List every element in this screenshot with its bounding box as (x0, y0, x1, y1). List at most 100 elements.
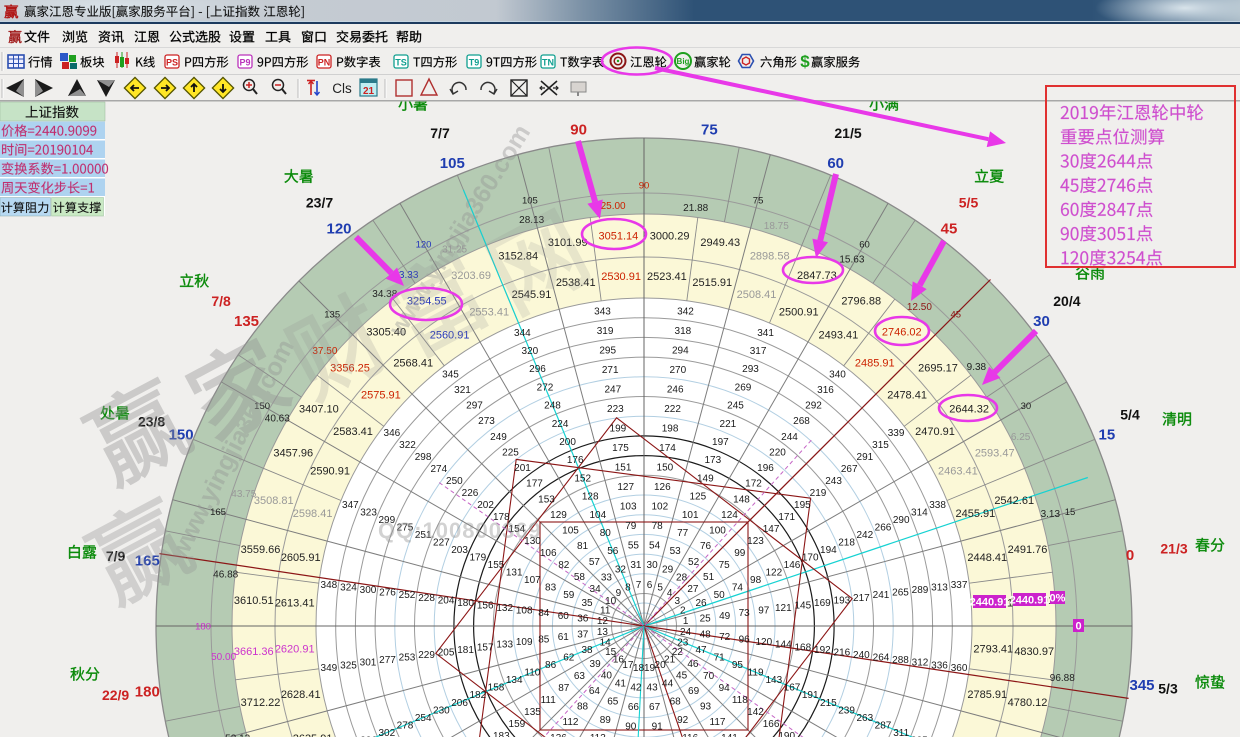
svg-text:206: 206 (451, 698, 468, 709)
svg-text:194: 194 (820, 545, 837, 556)
svg-text:58: 58 (574, 572, 586, 583)
svg-text:205: 205 (438, 648, 455, 659)
svg-text:127: 127 (617, 482, 634, 493)
svg-text:90: 90 (625, 722, 637, 733)
svg-text:21/5: 21/5 (834, 125, 861, 141)
svg-text:5/3: 5/3 (1158, 681, 1178, 697)
svg-text:83: 83 (545, 583, 557, 594)
svg-text:360: 360 (951, 663, 968, 674)
svg-text:141: 141 (721, 733, 738, 737)
svg-text:50.00: 50.00 (211, 652, 236, 663)
svg-text:61: 61 (558, 632, 570, 643)
svg-text:319: 319 (597, 326, 614, 337)
svg-text:85: 85 (538, 635, 550, 646)
svg-text:300: 300 (360, 585, 377, 596)
svg-text:146: 146 (784, 560, 801, 571)
svg-text:345: 345 (1129, 677, 1154, 694)
svg-text:225: 225 (502, 447, 519, 458)
svg-text:43: 43 (647, 683, 659, 694)
svg-text:167: 167 (784, 683, 801, 694)
svg-text:0: 0 (1075, 621, 1081, 633)
svg-text:135: 135 (524, 707, 541, 718)
svg-text:190: 190 (778, 731, 795, 737)
svg-text:222: 222 (664, 404, 681, 415)
svg-text:113: 113 (590, 733, 606, 737)
svg-text:278: 278 (397, 720, 414, 731)
svg-text:322: 322 (399, 440, 416, 451)
svg-text:171: 171 (778, 512, 795, 523)
svg-text:296: 296 (529, 364, 546, 375)
svg-text:2478.41: 2478.41 (887, 390, 927, 402)
svg-text:72: 72 (719, 632, 731, 643)
svg-text:252: 252 (399, 590, 416, 601)
svg-text:150: 150 (657, 463, 674, 474)
svg-text:91: 91 (652, 722, 664, 733)
svg-text:2898.58: 2898.58 (750, 250, 790, 262)
svg-text:169: 169 (814, 598, 831, 609)
svg-text:325: 325 (340, 660, 357, 671)
svg-text:46: 46 (687, 659, 699, 670)
svg-text:Big: Big (677, 57, 690, 66)
svg-text:2785.91: 2785.91 (967, 689, 1007, 701)
svg-text:134: 134 (506, 675, 523, 686)
svg-text:244: 244 (781, 432, 798, 443)
svg-text:39: 39 (590, 659, 602, 670)
svg-text:2515.91: 2515.91 (692, 277, 732, 289)
svg-text:203: 203 (451, 545, 468, 556)
svg-text:320: 320 (522, 346, 539, 357)
svg-text:13: 13 (597, 627, 609, 638)
svg-text:219: 219 (810, 488, 827, 499)
svg-text:295: 295 (599, 345, 616, 356)
svg-text:28: 28 (676, 573, 688, 584)
svg-text:247: 247 (604, 384, 621, 395)
svg-text:87: 87 (558, 683, 570, 694)
svg-text:249: 249 (490, 432, 507, 443)
svg-text:183: 183 (493, 731, 510, 737)
svg-text:119: 119 (748, 668, 764, 679)
svg-text:73: 73 (739, 608, 751, 619)
svg-text:98: 98 (750, 575, 762, 586)
svg-text:180: 180 (457, 598, 474, 609)
svg-text:196: 196 (757, 463, 774, 474)
svg-text:90: 90 (639, 180, 650, 191)
svg-text:79: 79 (625, 521, 637, 532)
svg-text:2628.41: 2628.41 (281, 689, 321, 701)
svg-text:346: 346 (384, 428, 401, 439)
svg-text:46.88: 46.88 (213, 570, 238, 581)
svg-text:197: 197 (712, 437, 729, 448)
svg-text:3712.22: 3712.22 (241, 697, 281, 709)
svg-text:166: 166 (763, 719, 780, 730)
svg-text:120: 120 (326, 221, 351, 238)
svg-text:338: 338 (929, 500, 946, 511)
svg-text:239: 239 (838, 705, 855, 716)
svg-text:92: 92 (677, 715, 689, 726)
svg-text:2949.43: 2949.43 (700, 237, 740, 249)
svg-text:2440.91: 2440.91 (1010, 595, 1050, 607)
svg-text:63: 63 (574, 671, 586, 682)
svg-text:2796.88: 2796.88 (841, 295, 881, 307)
svg-text:204: 204 (438, 595, 455, 606)
svg-text:180: 180 (195, 621, 211, 632)
svg-text:2635.91: 2635.91 (293, 733, 333, 737)
svg-text:T9: T9 (469, 58, 480, 68)
svg-text:74: 74 (732, 583, 744, 594)
svg-text:268: 268 (793, 416, 810, 427)
svg-text:26: 26 (695, 598, 707, 609)
svg-text:135: 135 (234, 313, 259, 330)
svg-text:192: 192 (814, 645, 831, 656)
svg-text:25.00: 25.00 (601, 201, 626, 212)
svg-text:54: 54 (649, 541, 661, 552)
svg-text:176: 176 (567, 455, 584, 466)
svg-text:70: 70 (703, 671, 715, 682)
svg-text:240: 240 (853, 650, 870, 661)
svg-text:3661.36: 3661.36 (234, 646, 274, 658)
svg-text:201: 201 (514, 463, 531, 474)
svg-text:4830.97: 4830.97 (1014, 646, 1054, 658)
svg-text:144: 144 (775, 640, 792, 651)
svg-text:5/5: 5/5 (959, 195, 979, 211)
svg-text:21.88: 21.88 (683, 203, 708, 214)
svg-text:107: 107 (524, 575, 541, 586)
svg-text:31: 31 (630, 560, 642, 571)
svg-text:68: 68 (670, 697, 682, 708)
svg-text:52: 52 (688, 557, 700, 568)
